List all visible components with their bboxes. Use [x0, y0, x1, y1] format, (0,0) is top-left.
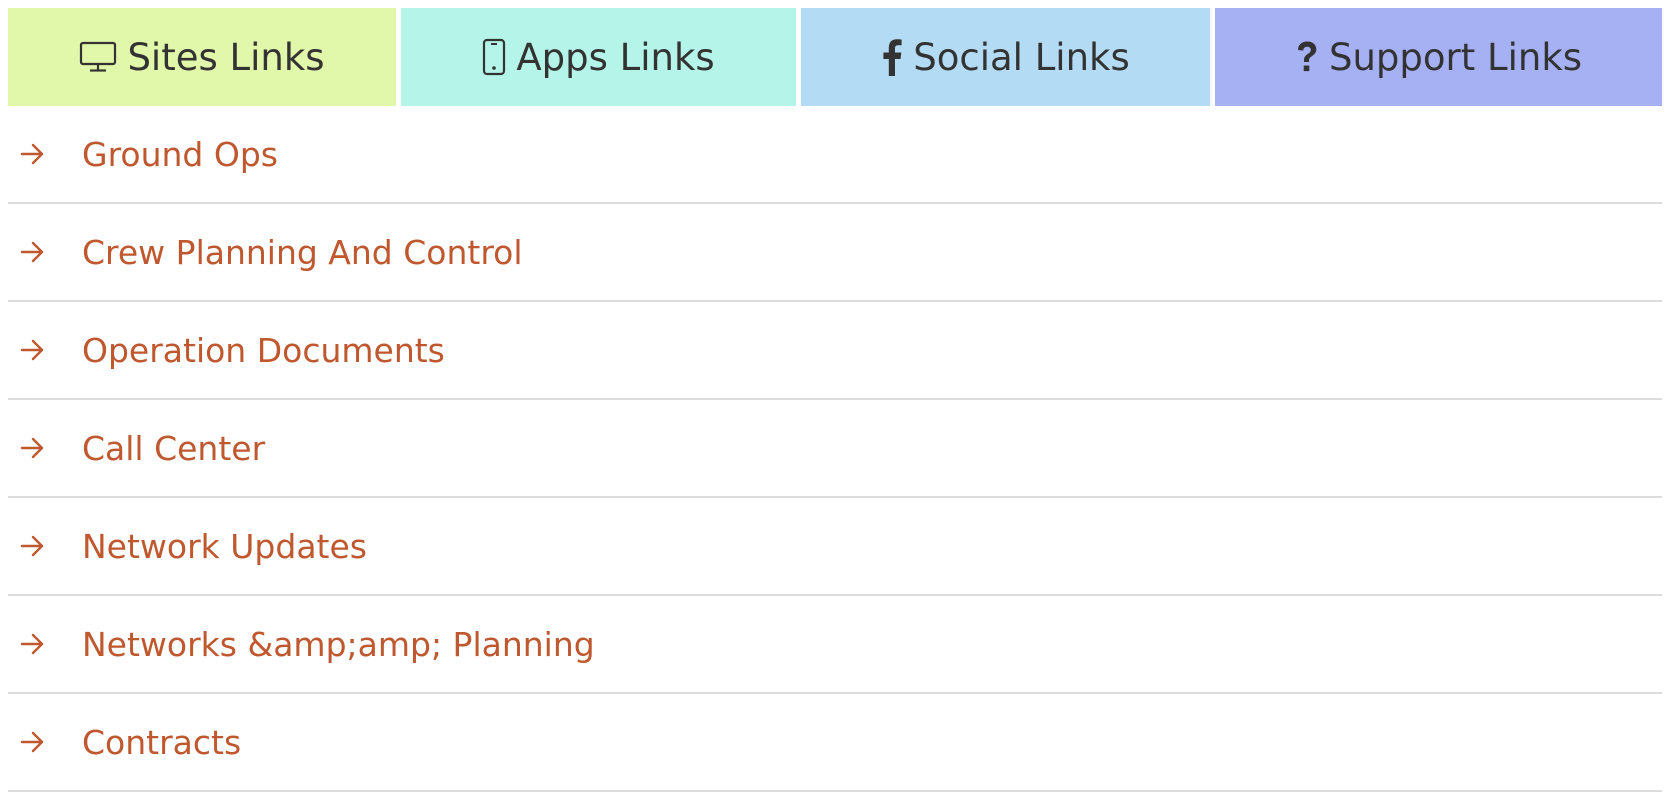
arrow-right-icon	[8, 632, 82, 656]
link-label: Contracts	[82, 722, 242, 762]
arrow-right-icon	[8, 730, 82, 754]
arrow-right-icon	[8, 142, 82, 166]
arrow-right-icon	[8, 240, 82, 264]
tab-social-links[interactable]: Social Links	[801, 8, 1210, 106]
question-icon	[1295, 40, 1319, 74]
tab-sites-links[interactable]: Sites Links	[8, 8, 396, 106]
link-label: Call Center	[82, 428, 266, 468]
link-label: Crew Planning And Control	[82, 232, 523, 272]
tab-apps-links[interactable]: Apps Links	[401, 8, 796, 106]
arrow-right-icon	[8, 534, 82, 558]
link-item[interactable]: Operation Documents	[8, 302, 1662, 400]
monitor-icon	[79, 41, 117, 73]
smartphone-icon	[482, 38, 506, 76]
link-item[interactable]: Crew Planning And Control	[8, 204, 1662, 302]
tab-label: Apps Links	[516, 35, 715, 79]
links-panel: Sites Links Apps Links Social Links Supp…	[8, 8, 1662, 792]
tab-label: Social Links	[913, 35, 1130, 79]
arrow-right-icon	[8, 436, 82, 460]
tab-label: Support Links	[1328, 35, 1583, 79]
arrow-right-icon	[8, 338, 82, 362]
link-list: Ground Ops Crew Planning And Control Opera…	[8, 106, 1662, 792]
tab-label: Sites Links	[127, 35, 325, 79]
link-label: Operation Documents	[82, 330, 445, 370]
link-item[interactable]: Network Updates	[8, 498, 1662, 596]
tab-bar: Sites Links Apps Links Social Links Supp…	[8, 8, 1662, 106]
tab-support-links[interactable]: Support Links	[1215, 8, 1662, 106]
link-label: Ground Ops	[82, 134, 278, 174]
facebook-icon	[881, 38, 903, 76]
link-item[interactable]: Contracts	[8, 694, 1662, 792]
link-label: Network Updates	[82, 526, 367, 566]
link-item[interactable]: Call Center	[8, 400, 1662, 498]
link-item[interactable]: Ground Ops	[8, 106, 1662, 204]
link-label: Networks &amp;amp; Planning	[82, 624, 595, 664]
link-item[interactable]: Networks &amp;amp; Planning	[8, 596, 1662, 694]
